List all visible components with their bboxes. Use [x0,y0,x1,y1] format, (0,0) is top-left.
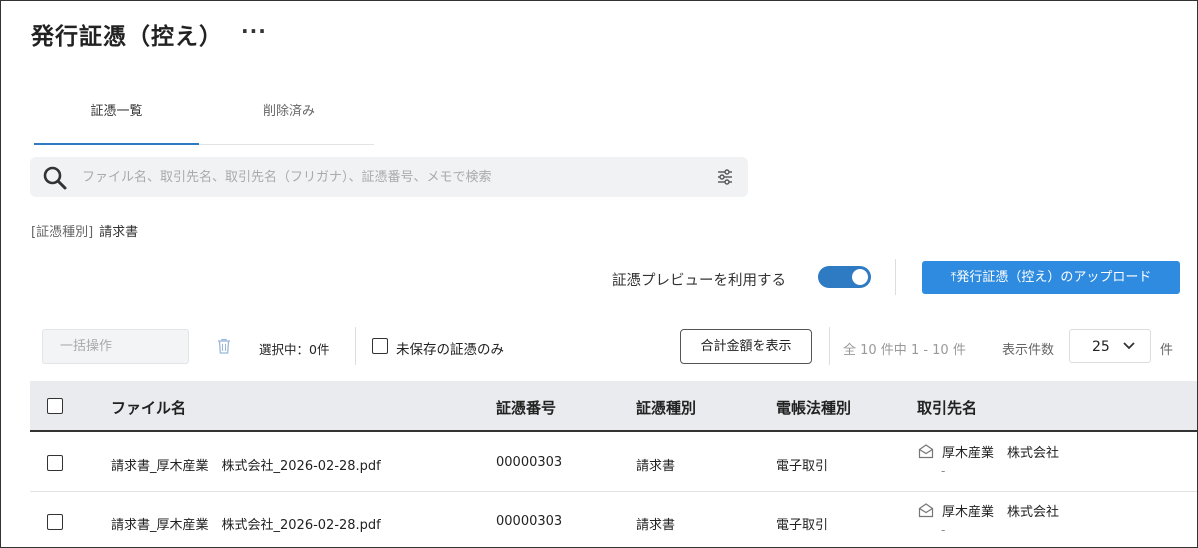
divider [829,327,830,365]
search-icon [43,166,67,190]
partner-sub: - [941,464,946,478]
cell-file-name: 請求書_厚木産業 株式会社_2026-02-28.pdf [111,459,381,474]
per-page-label: 表示件数 [1002,343,1055,358]
upload-button[interactable]: ⤒発行証憑（控え）のアップロード [922,261,1180,294]
partner-name: 厚木産業 株式会社 [942,505,1060,520]
cell-file-name: 請求書_厚木産業 株式会社_2026-02-28.pdf [111,518,381,533]
per-page-value: 25 [1092,339,1110,355]
toggle-knob [852,269,868,285]
show-total-button[interactable]: 合計金額を表示 [680,329,812,364]
search-input[interactable] [82,157,702,197]
mail-open-icon [918,503,934,518]
divider [355,327,356,365]
per-page-unit: 件 [1160,343,1174,358]
row-checkbox[interactable] [47,455,63,471]
bulk-action-button[interactable]: 一括操作 [42,329,189,364]
cell-law-type: 電子取引 [776,459,829,474]
column-header-type[interactable]: 証憑種別 [636,397,696,418]
column-header-file[interactable]: ファイル名 [111,397,186,418]
more-options-button[interactable]: ··· [241,19,267,43]
cell-law-type: 電子取引 [776,518,829,533]
cell-type: 請求書 [636,459,676,474]
table-row[interactable]: 請求書_厚木産業 株式会社_2026-02-28.pdf 00000303 請求… [30,433,1197,492]
pagination-range: 全 10 件中 1 - 10 件 [843,343,966,358]
unsaved-only-label: 未保存の証憑のみ [396,342,504,358]
per-page-select[interactable]: 25 [1069,329,1151,363]
unsaved-only-checkbox[interactable] [372,338,388,354]
table-row[interactable]: 請求書_厚木産業 株式会社_2026-02-28.pdf 00000303 請求… [30,492,1197,547]
filter-value: 請求書 [99,225,139,240]
row-checkbox[interactable] [47,514,63,530]
preview-toggle[interactable] [818,266,871,288]
cell-number: 00000303 [496,514,563,529]
chevron-down-icon [1123,342,1135,350]
tab-bar: 証憑一覧 削除済み [34,93,374,145]
preview-toggle-label: 証憑プレビューを利用する [612,273,786,289]
trash-icon[interactable] [217,338,231,354]
filter-settings-icon[interactable] [716,168,734,186]
cell-number: 00000303 [496,455,563,470]
app-frame: 発行証憑（控え） ··· 証憑一覧 削除済み [証憑種別] 請求書 証憑プレビュー… [0,0,1198,548]
column-header-partner[interactable]: 取引先名 [917,397,977,418]
select-all-checkbox[interactable] [47,398,63,414]
selected-count: 選択中：0件 [259,342,330,357]
divider [895,259,896,295]
tab-voucher-list[interactable]: 証憑一覧 [34,93,199,145]
active-filter: [証憑種別] 請求書 [31,221,138,240]
search-bar [30,157,748,197]
table-header: ファイル名 証憑番号 証憑種別 電帳法種別 取引先名 [30,381,1197,432]
cell-type: 請求書 [636,518,676,533]
partner-name: 厚木産業 株式会社 [942,446,1060,461]
column-header-law-type[interactable]: 電帳法種別 [776,397,851,418]
partner-sub: - [941,523,946,537]
mail-open-icon [918,444,934,459]
filter-key: [証憑種別] [31,225,94,240]
column-header-number[interactable]: 証憑番号 [496,397,556,418]
tab-deleted[interactable]: 削除済み [204,93,374,144]
page-title: 発行証憑（控え） [31,24,223,50]
